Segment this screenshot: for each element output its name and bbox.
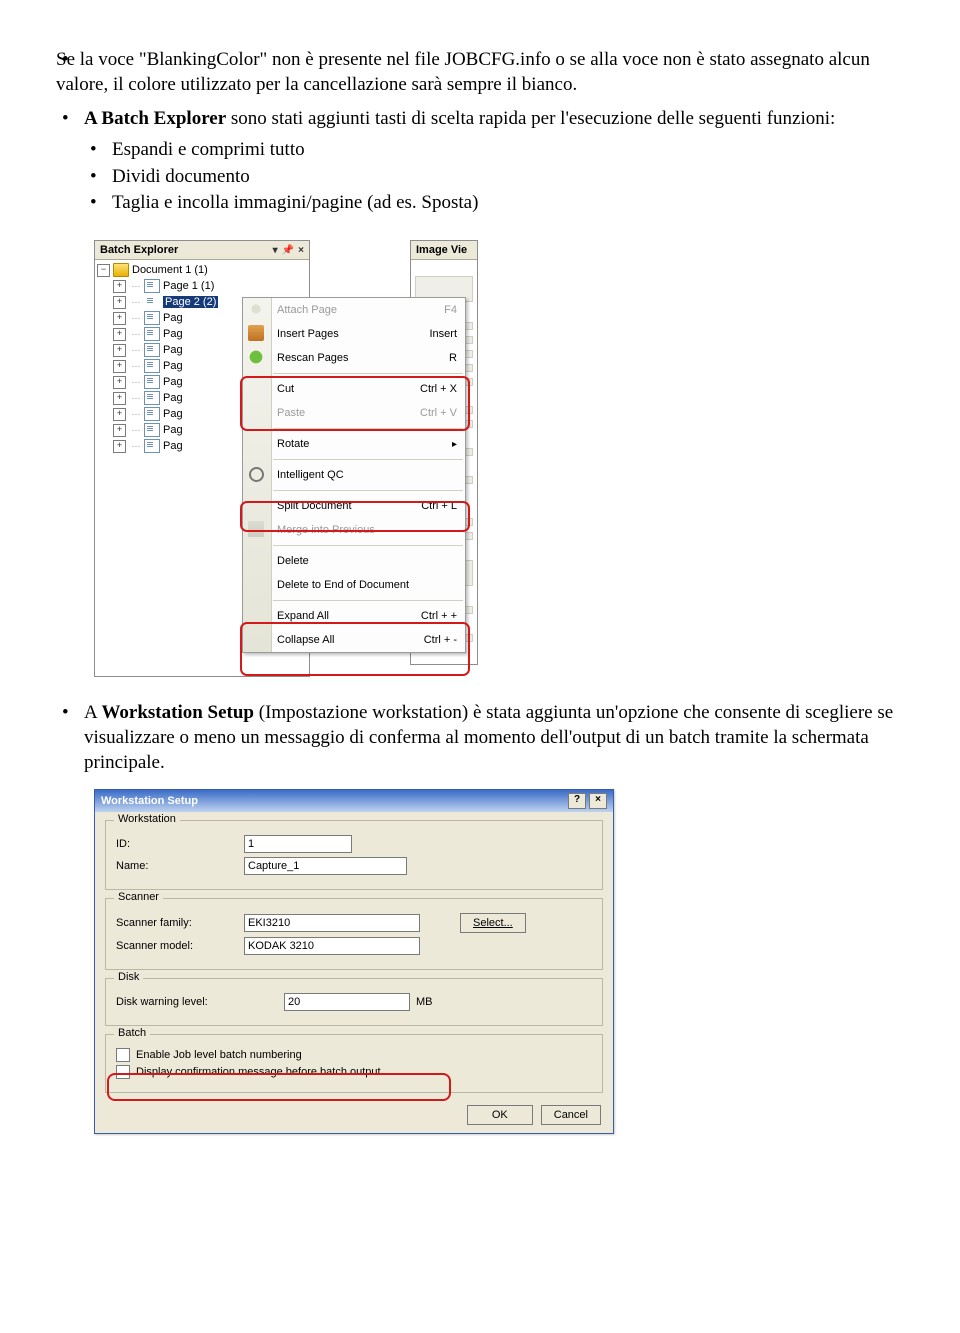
tree-pag[interactable]: Pag	[163, 344, 183, 356]
menu-merge-previous[interactable]: Merge into Previous	[243, 518, 465, 542]
batch-explorer-lead-bold: A Batch Explorer	[84, 108, 226, 129]
menu-split-document[interactable]: Split DocumentCtrl + L	[243, 494, 465, 518]
tree-pag[interactable]: Pag	[163, 312, 183, 324]
input-scanner-model[interactable]	[244, 937, 420, 955]
close-button[interactable]: ×	[589, 793, 607, 809]
label-disk-warning: Disk warning level:	[116, 996, 284, 1008]
menu-rotate[interactable]: Rotate	[243, 432, 465, 456]
ws-lead-bold: Workstation Setup	[101, 702, 254, 723]
legend-disk: Disk	[114, 971, 143, 983]
cancel-button[interactable]: Cancel	[541, 1105, 601, 1125]
expander-plus[interactable]: +	[113, 280, 126, 293]
menu-delete-to-end[interactable]: Delete to End of Document	[243, 573, 465, 597]
ws-lead-a: A	[84, 702, 101, 723]
page-icon	[144, 279, 160, 293]
input-disk-warning[interactable]	[284, 993, 410, 1011]
ok-button[interactable]: OK	[467, 1105, 533, 1125]
tree-pag[interactable]: Pag	[163, 392, 183, 404]
expander-minus[interactable]: −	[97, 264, 110, 277]
batch-sublist: Espandi e comprimi tutto Dividi document…	[84, 138, 904, 216]
pin-icon[interactable]: 📌	[282, 245, 294, 256]
label-id: ID:	[116, 838, 244, 850]
page-icon	[144, 295, 160, 309]
page-icon	[144, 311, 160, 325]
menu-delete[interactable]: Delete	[243, 549, 465, 573]
group-disk: Disk Disk warning level: MB	[105, 978, 603, 1026]
menu-intelligent-qc[interactable]: Intelligent QC	[243, 463, 465, 487]
tree-pag[interactable]: Pag	[163, 360, 183, 372]
tree-pag[interactable]: Pag	[163, 440, 183, 452]
merge-icon	[248, 521, 264, 537]
checkbox-label-confirm-output: Display confirmation message before batc…	[136, 1066, 381, 1078]
menu-attach-page[interactable]: Attach PageF4	[243, 298, 465, 322]
sub-expand-collapse: Espandi e comprimi tutto	[84, 138, 904, 163]
checkbox-icon	[116, 1048, 130, 1062]
close-icon[interactable]: ×	[298, 245, 304, 256]
checkbox-icon	[116, 1065, 130, 1079]
tree-doc[interactable]: Document 1 (1)	[132, 264, 208, 276]
submenu-arrow-icon	[452, 438, 457, 450]
batch-explorer-title: Batch Explorer	[100, 244, 269, 256]
checkbox-job-level[interactable]: Enable Job level batch numbering	[116, 1048, 592, 1062]
label-scanner-model: Scanner model:	[116, 940, 244, 952]
menu-collapse-all[interactable]: Collapse AllCtrl + -	[243, 628, 465, 652]
insert-icon	[248, 325, 264, 341]
label-scanner-family: Scanner family:	[116, 917, 244, 929]
workstation-setup-dialog: Workstation Setup ? × Workstation ID: Na…	[94, 789, 614, 1134]
attach-icon	[248, 301, 264, 317]
menu-expand-all[interactable]: Expand AllCtrl + +	[243, 604, 465, 628]
label-name: Name:	[116, 860, 244, 872]
input-scanner-family[interactable]	[244, 914, 420, 932]
checkbox-confirm-output[interactable]: Display confirmation message before batc…	[116, 1065, 592, 1079]
tree-pag[interactable]: Pag	[163, 376, 183, 388]
page-icon	[144, 407, 160, 421]
tree-pag[interactable]: Pag	[163, 408, 183, 420]
expander-plus[interactable]: +	[113, 296, 126, 309]
dropdown-icon[interactable]: ▾	[273, 245, 278, 256]
page-icon	[144, 327, 160, 341]
page-icon	[144, 439, 160, 453]
page-icon	[144, 343, 160, 357]
group-workstation: Workstation ID: Name:	[105, 820, 603, 890]
image-viewer-title: Image Vie	[411, 241, 477, 260]
tree-page2-selected[interactable]: Page 2 (2)	[163, 296, 218, 308]
batch-explorer-lead-rest: sono stati aggiunti tasti di scelta rapi…	[226, 108, 835, 129]
magnifier-icon	[249, 467, 264, 482]
select-scanner-button[interactable]: Select...	[460, 913, 526, 933]
main-list: Se la voce "BlankingColor" non è present…	[56, 48, 904, 97]
checkbox-label-job-level: Enable Job level batch numbering	[136, 1049, 302, 1061]
legend-scanner: Scanner	[114, 891, 163, 903]
batch-explorer-bullet: A Batch Explorer sono stati aggiunti tas…	[56, 107, 904, 216]
page-icon	[144, 391, 160, 405]
menu-insert-pages[interactable]: Insert PagesInsert	[243, 322, 465, 346]
sub-cut-paste: Taglia e incolla immagini/pagine (ad es.…	[84, 191, 904, 216]
tree-pag[interactable]: Pag	[163, 328, 183, 340]
tree-pag[interactable]: Pag	[163, 424, 183, 436]
input-name[interactable]	[244, 857, 407, 875]
menu-cut[interactable]: CutCtrl + X	[243, 377, 465, 401]
page-icon	[144, 375, 160, 389]
legend-batch: Batch	[114, 1027, 150, 1039]
help-button[interactable]: ?	[568, 793, 586, 809]
legend-workstation: Workstation	[114, 813, 180, 825]
dialog-title: Workstation Setup	[101, 795, 565, 807]
group-scanner: Scanner Scanner family: Select... Scanne…	[105, 898, 603, 970]
group-batch: Batch Enable Job level batch numbering D…	[105, 1034, 603, 1093]
menu-rescan-pages[interactable]: Rescan PagesR	[243, 346, 465, 370]
unit-mb: MB	[416, 996, 433, 1008]
page-icon	[144, 359, 160, 373]
sub-split: Dividi documento	[84, 165, 904, 190]
folder-icon	[113, 263, 129, 277]
input-id[interactable]	[244, 835, 352, 853]
workstation-bullet: A Workstation Setup (Impostazione workst…	[56, 701, 904, 775]
context-menu: Attach PageF4 Insert PagesInsert Rescan …	[242, 297, 466, 653]
paragraph-intro: Se la voce "BlankingColor" non è present…	[56, 49, 870, 95]
page-icon	[144, 423, 160, 437]
menu-paste[interactable]: PasteCtrl + V	[243, 401, 465, 425]
rescan-icon	[248, 349, 264, 365]
batch-explorer-figure: Batch Explorer ▾ 📌 × − Document 1 (1) + …	[94, 240, 310, 677]
tree-page1[interactable]: Page 1 (1)	[163, 280, 214, 292]
